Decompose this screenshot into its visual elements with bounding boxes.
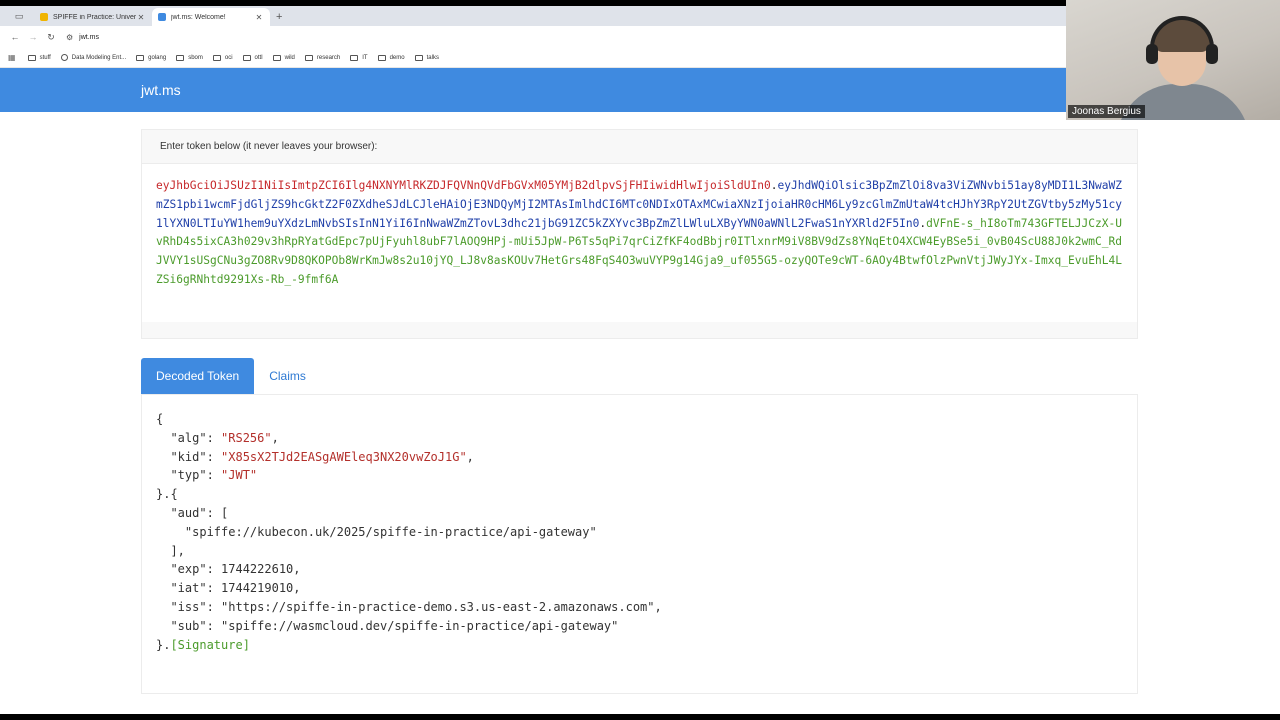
bookmark-ottl[interactable]: ottl — [242, 54, 263, 61]
back-arrow-icon[interactable]: ← — [6, 32, 24, 42]
iat-value: 1744219010, — [221, 581, 301, 596]
bookmark-label: wild — [284, 54, 295, 61]
site-settings-icon[interactable]: ⚙ — [66, 33, 73, 42]
tab-claims[interactable]: Claims — [254, 358, 321, 394]
json-separator: }.{ — [156, 487, 178, 502]
bookmark-label: research — [316, 54, 341, 61]
bookmark-label: talks — [426, 54, 439, 61]
bookmark-research[interactable]: research — [304, 54, 341, 61]
bookmark-label: oci — [224, 54, 233, 61]
json-brace: { — [156, 412, 164, 426]
token-dot: . — [770, 179, 778, 192]
bookmark-demo[interactable]: demo — [377, 54, 405, 61]
jwt-favicon-icon — [158, 13, 166, 21]
tab-decoded-token[interactable]: Decoded Token — [141, 358, 255, 394]
presenter-name: Joonas Bergius — [1068, 105, 1145, 118]
bookmark-golang[interactable]: golang — [136, 54, 167, 61]
address-bar[interactable]: ⚙ jwt.ms — [66, 33, 99, 42]
bookmark-data-modeling[interactable]: Data Modeling Ent... — [60, 54, 127, 61]
exp-value: 1744222610, — [221, 562, 301, 577]
bookmark-it[interactable]: IT — [350, 54, 368, 61]
bookmark-label: golang — [148, 54, 167, 61]
json-line-typ: "typ": "JWT" — [170, 468, 258, 483]
json-line-signature: }.[Signature] — [156, 637, 250, 652]
bookmark-label: sbom — [188, 54, 203, 61]
folder-icon — [212, 54, 221, 61]
folder-icon — [176, 54, 185, 61]
globe-icon — [60, 54, 68, 61]
bookmark-label: ottl — [254, 54, 263, 61]
folder-icon — [350, 54, 359, 61]
token-textarea[interactable]: eyJhbGciOiJSUzI1NiIsImtpZCI6Ilg4NXNYMlRK… — [142, 164, 1137, 322]
token-input-panel: Enter token below (it never leaves your … — [141, 129, 1138, 339]
bookmark-oci[interactable]: oci — [212, 54, 233, 61]
tab-title: SPIFFE in Practice: Universal — [53, 13, 136, 21]
json-line-exp: "exp": 1744222610, — [170, 562, 301, 577]
forward-arrow-icon[interactable]: → — [24, 32, 42, 42]
bookmark-label: Data Modeling Ent... — [71, 54, 127, 61]
close-icon[interactable]: ✕ — [136, 13, 146, 22]
signature-label: [Signature] — [170, 637, 250, 652]
result-tabs: Decoded Token Claims — [141, 358, 321, 394]
iss-value: "https://spiffe-in-practice-demo.s3.us-e… — [221, 599, 662, 614]
json-line-aud-item: "spiffe://kubecon.uk/2025/spiffe-in-prac… — [156, 523, 1123, 542]
folder-icon — [272, 54, 281, 61]
headphone-left-cup — [1146, 44, 1158, 64]
kid-value: "X85sX2TJd2EASgAWEleq3NX20vwZoJ1G" — [221, 449, 467, 464]
typ-value: "JWT" — [221, 468, 258, 483]
folder-icon — [304, 54, 313, 61]
bookmark-label: stuff — [39, 54, 51, 61]
browser-tab-spiffe[interactable]: SPIFFE in Practice: Universal ✕ — [34, 8, 152, 26]
bookmark-stuff[interactable]: stuff — [27, 54, 51, 61]
alg-value: "RS256" — [221, 430, 272, 445]
json-line-iss: "iss": "https://spiffe-in-practice-demo.… — [170, 599, 662, 614]
headphone-right-cup — [1206, 44, 1218, 64]
json-line-alg: "alg": "RS256", — [170, 430, 279, 445]
tab-title: jwt.ms: Welcome! — [171, 13, 226, 21]
folder-favicon-icon — [40, 13, 48, 21]
apps-grid-icon[interactable]: ▦ — [8, 53, 16, 62]
folder-icon — [377, 54, 386, 61]
new-tab-icon[interactable]: + — [276, 11, 282, 23]
bookmark-label: IT — [362, 54, 368, 61]
sub-value: "spiffe://wasmcloud.dev/spiffe-in-practi… — [221, 618, 619, 633]
folder-icon — [242, 54, 251, 61]
tab-search-icon[interactable]: ▭ — [8, 8, 30, 24]
json-line-kid: "kid": "X85sX2TJd2EASgAWEleq3NX20vwZoJ1G… — [170, 449, 474, 464]
json-line-aud: "aud": [ — [170, 505, 229, 520]
close-icon[interactable]: ✕ — [254, 13, 264, 22]
token-header-part: eyJhbGciOiJSUzI1NiIsImtpZCI6Ilg4NXNYMlRK… — [156, 179, 771, 192]
folder-icon — [27, 54, 36, 61]
bookmark-sbom[interactable]: sbom — [176, 54, 203, 61]
aud-value: "spiffe://kubecon.uk/2025/spiffe-in-prac… — [184, 524, 597, 539]
browser-tab-jwt[interactable]: jwt.ms: Welcome! ✕ — [152, 8, 270, 26]
decoded-token-view: { "alg": "RS256", "kid": "X85sX2TJd2EASg… — [141, 394, 1138, 694]
headphones-icon — [1150, 16, 1214, 56]
url-text: jwt.ms — [79, 33, 100, 41]
token-prompt: Enter token below (it never leaves your … — [142, 130, 1137, 164]
folder-icon — [136, 54, 145, 61]
reload-icon[interactable]: ↻ — [42, 32, 60, 43]
site-brand[interactable]: jwt.ms — [141, 82, 181, 98]
json-line-aud-close: ], — [156, 543, 185, 558]
json-line-iat: "iat": 1744219010, — [170, 581, 301, 596]
bookmark-wild[interactable]: wild — [272, 54, 295, 61]
bookmark-talks[interactable]: talks — [414, 54, 439, 61]
folder-icon — [414, 54, 423, 61]
bookmark-label: demo — [389, 54, 405, 61]
json-line-sub: "sub": "spiffe://wasmcloud.dev/spiffe-in… — [170, 618, 619, 633]
webcam-overlay: Joonas Bergius — [1066, 0, 1280, 120]
